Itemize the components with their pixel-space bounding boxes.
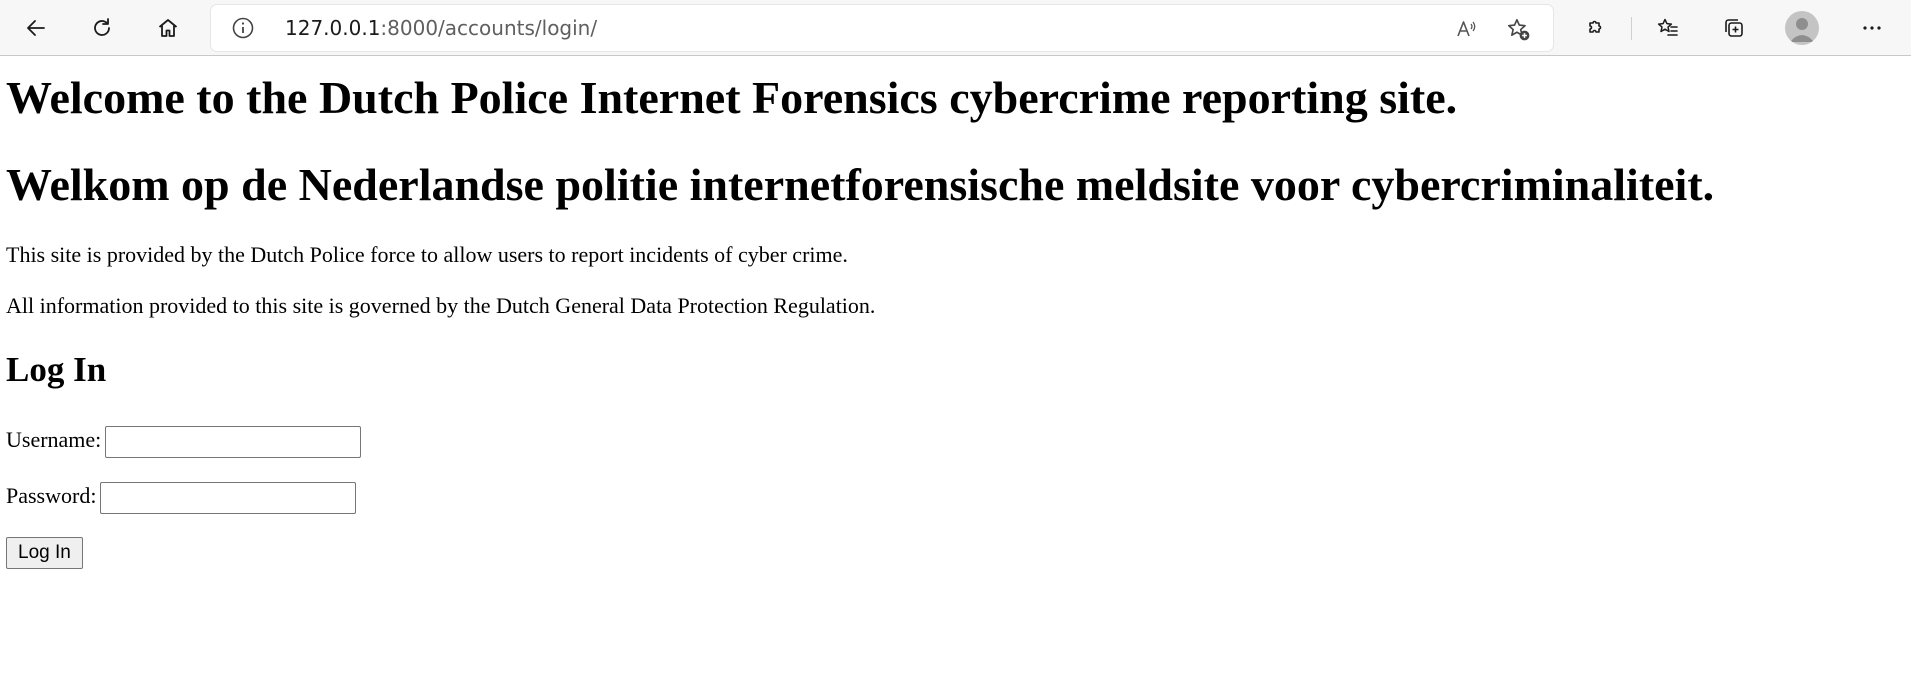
collections-button[interactable]: [1714, 8, 1754, 48]
url-host: 127.0.0.1: [285, 16, 381, 40]
more-icon: [1863, 26, 1881, 30]
gdpr-text: All information provided to this site is…: [6, 293, 876, 318]
info-icon[interactable]: [231, 16, 255, 40]
extensions-button[interactable]: [1575, 8, 1615, 48]
collections-icon: [1725, 19, 1743, 37]
back-button[interactable]: [16, 8, 56, 48]
login-button[interactable]: Log In: [6, 537, 83, 569]
browser-toolbar: 127.0.0.1:8000/accounts/login/: [0, 0, 1911, 56]
read-aloud-button[interactable]: [1450, 13, 1482, 45]
refresh-icon: [94, 18, 110, 36]
profile-avatar-icon[interactable]: [1785, 11, 1819, 45]
username-input[interactable]: [105, 425, 362, 458]
heading-english: Welcome to the Dutch Police Internet For…: [6, 72, 1458, 123]
address-bar[interactable]: 127.0.0.1:8000/accounts/login/: [211, 5, 1553, 51]
back-arrow-icon: [27, 20, 45, 36]
password-label: Password:: [6, 483, 97, 508]
refresh-button[interactable]: [82, 8, 122, 48]
extensions-icon: [1589, 20, 1602, 33]
password-input[interactable]: [100, 481, 357, 514]
add-favorite-button[interactable]: [1502, 13, 1534, 45]
intro-text: This site is provided by the Dutch Polic…: [6, 242, 848, 267]
home-icon: [158, 19, 178, 37]
add-favorite-icon: [1507, 18, 1530, 41]
login-title: Log In: [6, 350, 107, 389]
favorites-icon: [1657, 18, 1678, 36]
password-row: Password:: [6, 480, 357, 514]
toolbar-separator: [1631, 17, 1632, 40]
username-row: Username:: [6, 424, 362, 458]
read-aloud-icon: [1457, 21, 1476, 37]
heading-dutch: Welkom op de Nederlandse politie interne…: [6, 159, 1715, 210]
favorites-button[interactable]: [1648, 8, 1688, 48]
url-path: :8000/accounts/login/: [380, 16, 598, 40]
url-text[interactable]: 127.0.0.1:8000/accounts/login/: [285, 5, 597, 51]
username-label: Username:: [6, 427, 102, 452]
home-button[interactable]: [148, 8, 188, 48]
more-button[interactable]: [1852, 8, 1892, 48]
